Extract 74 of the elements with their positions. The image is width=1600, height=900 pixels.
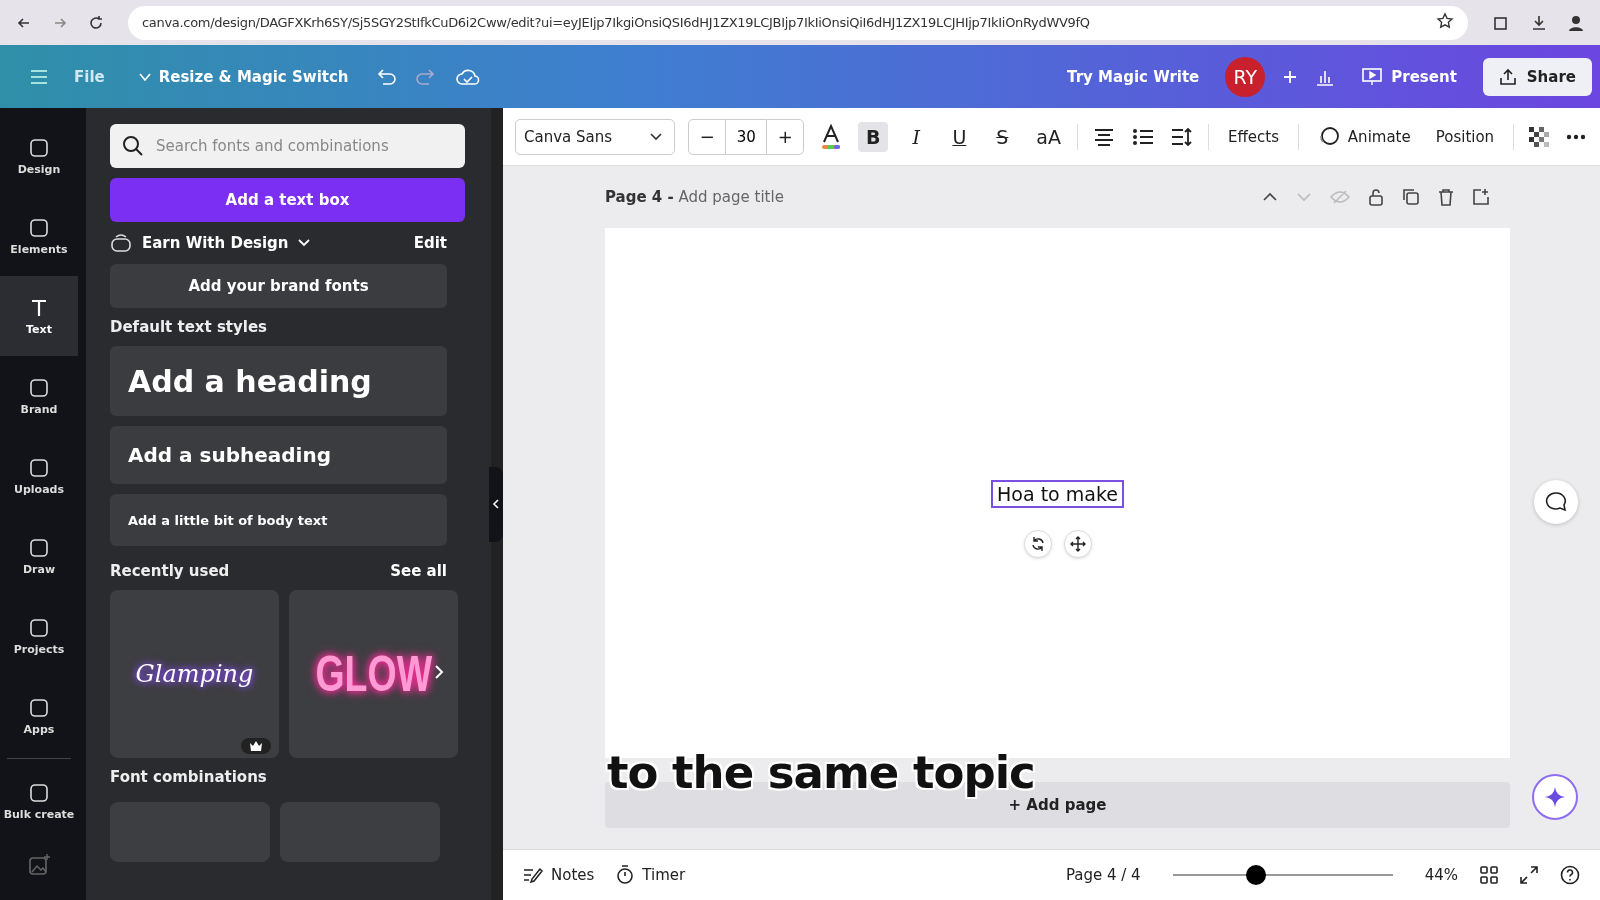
- chevron-down-icon: [296, 238, 311, 248]
- zoom-slider-thumb[interactable]: [1246, 865, 1267, 885]
- font-dropdown[interactable]: Canva Sans: [515, 118, 676, 155]
- sidebar-tab[interactable]: Uploads: [0, 436, 78, 516]
- add-text-box-button[interactable]: Add a text box: [110, 178, 465, 222]
- format-button[interactable]: U: [944, 121, 975, 152]
- move-icon[interactable]: [1063, 530, 1092, 558]
- format-button[interactable]: B: [858, 121, 889, 152]
- text-style-button[interactable]: Add a little bit of body text: [110, 494, 447, 546]
- chevron-down-icon: [650, 132, 663, 141]
- sidebar-tab[interactable]: Brand: [0, 356, 78, 436]
- zoom-level[interactable]: 44%: [1424, 866, 1458, 884]
- add-page-icon[interactable]: [1472, 188, 1490, 206]
- address-bar[interactable]: canva.com/design/DAGFXKrh6SY/Sj5SGY2StIfkCuD6i2Cww/edit?ui=eyJEIjp7IkgiOnsiQSI6dHJ1ZX19LCJBIjp7IkIiOnsiQiI6dHJ1ZX19LCJHIjp7IkIiOnRydWV9fQ: [128, 5, 1468, 40]
- notes-icon: [523, 867, 543, 883]
- add-brand-fonts-button[interactable]: Add your brand fonts: [110, 264, 447, 308]
- magic-write-button[interactable]: Try Magic Write: [1059, 61, 1208, 92]
- animate-button[interactable]: Animate: [1311, 121, 1417, 152]
- resize-button[interactable]: Resize & Magic Switch: [130, 61, 357, 92]
- collapse-panel-handle[interactable]: [489, 466, 503, 542]
- page-indicator[interactable]: Page 4 / 4: [1065, 866, 1141, 884]
- menu-icon[interactable]: [30, 69, 48, 84]
- format-button[interactable]: I: [901, 121, 932, 152]
- increase-size-button[interactable]: +: [766, 118, 805, 155]
- sidebar-tab[interactable]: Elements: [0, 196, 78, 276]
- font-preview-tile[interactable]: GLOW: [289, 590, 458, 758]
- sidebar-tab[interactable]: Projects: [0, 596, 78, 676]
- user-avatar[interactable]: RY: [1225, 56, 1266, 97]
- selected-text-element[interactable]: Hoa to make: [991, 480, 1124, 508]
- position-button[interactable]: Position: [1429, 123, 1501, 150]
- page-title[interactable]: Page 4 - Add page title: [605, 188, 784, 206]
- sidebar-tab[interactable]: Text: [0, 276, 78, 356]
- sidebar-tab[interactable]: Draw: [0, 516, 78, 596]
- chevron-right-icon[interactable]: [434, 664, 444, 680]
- text-style-button[interactable]: Add a heading: [110, 346, 447, 416]
- see-all-link[interactable]: See all: [390, 562, 447, 580]
- timer-icon: [616, 865, 635, 885]
- search-icon: [122, 135, 144, 157]
- timer-button[interactable]: Timer: [616, 865, 686, 885]
- presentation-icon: [1361, 66, 1384, 87]
- duplicate-icon[interactable]: [1402, 188, 1420, 206]
- upload-icon: [1498, 67, 1517, 86]
- scrollbar[interactable]: [479, 108, 491, 900]
- edit-link[interactable]: Edit: [413, 234, 447, 252]
- effects-button[interactable]: Effects: [1222, 123, 1285, 150]
- section-title: Recently used: [110, 562, 230, 580]
- fullscreen-icon[interactable]: [1520, 866, 1538, 884]
- scrollbar[interactable]: [78, 108, 86, 900]
- brand-dropdown[interactable]: Earn With Design: [142, 234, 311, 252]
- share-button[interactable]: Share: [1482, 57, 1592, 96]
- sidebar-tab[interactable]: Design: [0, 116, 78, 196]
- present-button[interactable]: Present: [1353, 60, 1465, 93]
- text-style-button[interactable]: Add a subheading: [110, 426, 447, 484]
- font-size-field[interactable]: 30: [726, 118, 767, 155]
- sidebar-tab[interactable]: Bulk create: [0, 761, 78, 841]
- section-title: Font combinations: [110, 768, 268, 786]
- notes-button[interactable]: Notes: [523, 866, 595, 884]
- sparkle-icon[interactable]: [1532, 774, 1578, 820]
- section-title: Default text styles: [110, 318, 269, 336]
- plus-icon[interactable]: [1283, 69, 1298, 84]
- grid-view-icon[interactable]: [1480, 866, 1498, 884]
- help-icon[interactable]: [1560, 865, 1580, 885]
- transparency-icon[interactable]: [1527, 124, 1551, 149]
- sidebar-tab[interactable]: Apps: [0, 676, 78, 756]
- format-button[interactable]: S: [987, 121, 1018, 152]
- format-button[interactable]: aA: [1030, 121, 1065, 152]
- font-preview-tile[interactable]: Glamping: [110, 590, 279, 758]
- circle-icon: [1317, 125, 1340, 148]
- rotate-icon[interactable]: [1023, 530, 1052, 558]
- lock-icon[interactable]: [1368, 188, 1384, 206]
- chevron-up-icon[interactable]: [1262, 192, 1278, 202]
- trash-icon[interactable]: [1438, 188, 1454, 206]
- search-field[interactable]: Search fonts and combinations: [110, 124, 465, 168]
- comment-add-icon[interactable]: [1534, 480, 1578, 524]
